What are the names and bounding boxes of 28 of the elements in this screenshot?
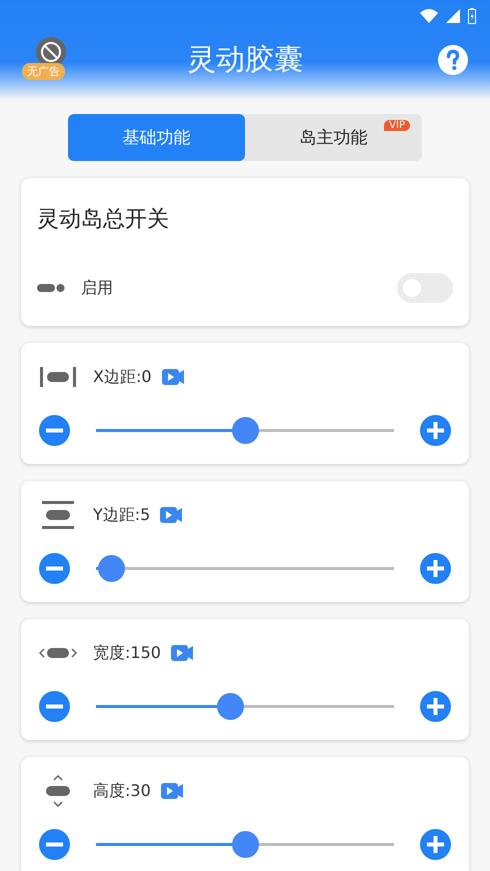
- vip-badge: VIP: [384, 120, 410, 131]
- setting-label: X边距:0: [93, 366, 152, 388]
- battery-icon: [468, 8, 476, 24]
- plus-button[interactable]: [420, 691, 451, 722]
- plus-button[interactable]: [420, 415, 451, 446]
- minus-button[interactable]: [39, 691, 70, 722]
- minus-button[interactable]: [39, 553, 70, 584]
- setting-label: 启用: [81, 278, 113, 298]
- video-icon[interactable]: [170, 645, 193, 661]
- help-icon[interactable]: [438, 45, 468, 75]
- minus-button[interactable]: [39, 415, 70, 446]
- video-icon[interactable]: [160, 507, 182, 523]
- vertical-margin-icon: [39, 499, 77, 531]
- video-icon[interactable]: [162, 369, 184, 385]
- no-ads-badge: 无广告: [22, 63, 65, 80]
- setting-label: Y边距:5: [93, 504, 150, 526]
- capsule-icon: [37, 283, 65, 293]
- wifi-icon: [420, 9, 438, 23]
- tab[interactable]: 基础功能: [68, 114, 245, 161]
- signal-icon: [446, 9, 460, 23]
- card-title: 灵动岛总开关: [37, 206, 170, 234]
- video-icon[interactable]: [160, 783, 183, 799]
- setting-label: 高度:30: [93, 780, 151, 802]
- minus-button[interactable]: [39, 829, 70, 860]
- setting-label: 宽度:150: [93, 642, 161, 664]
- app-title: 灵动胶囊: [187, 41, 303, 78]
- plus-button[interactable]: [420, 829, 451, 860]
- plus-button[interactable]: [420, 553, 451, 584]
